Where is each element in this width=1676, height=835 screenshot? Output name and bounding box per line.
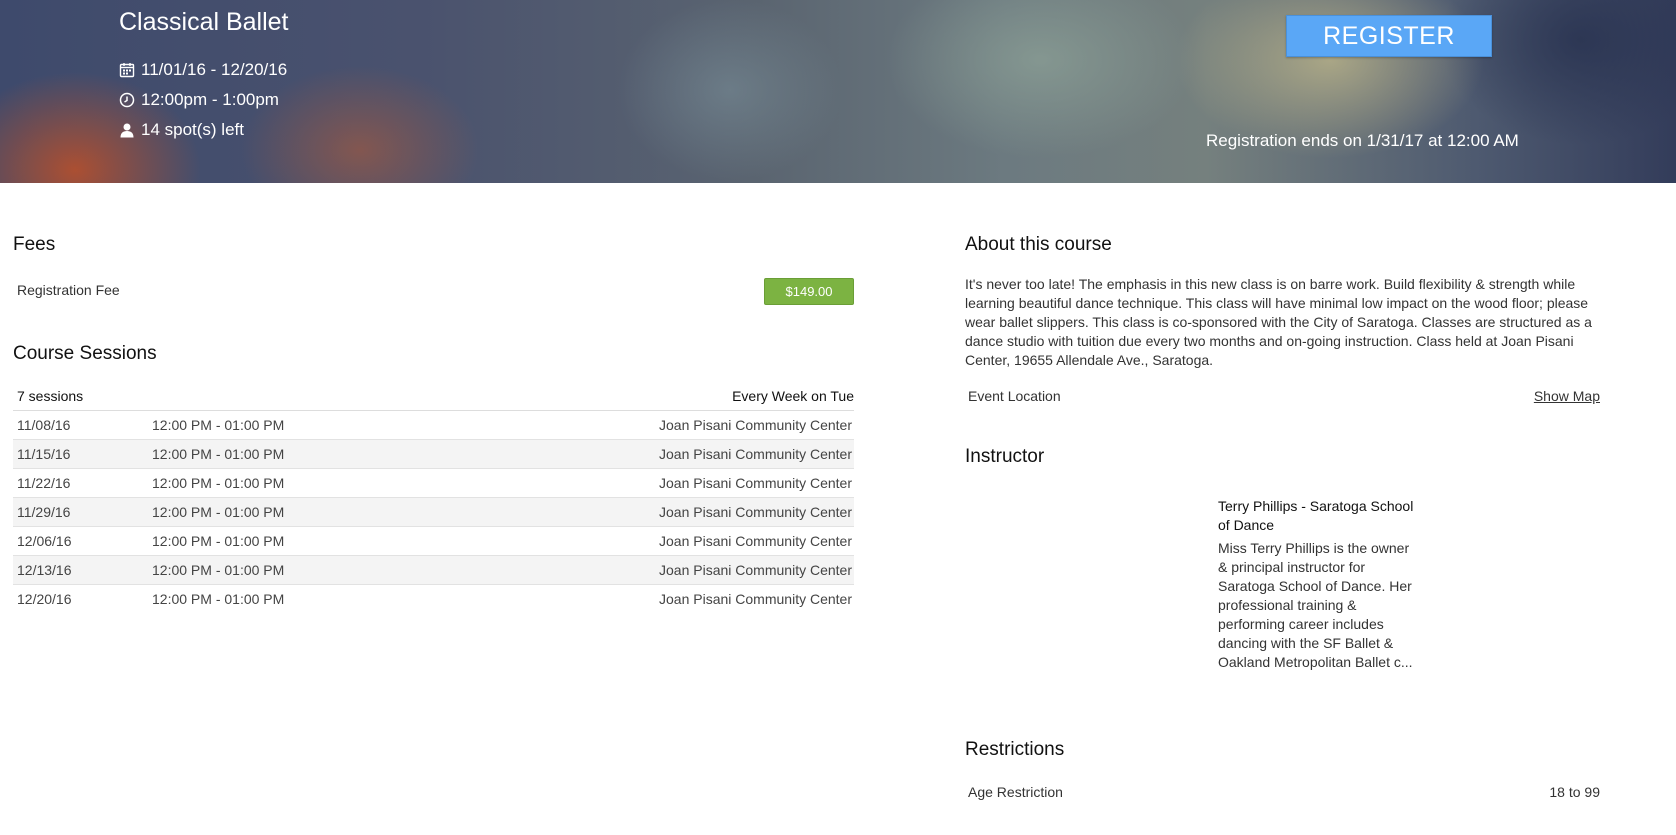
session-time: 12:00 PM - 01:00 PM [152,446,285,462]
sessions-table-header: 7 sessions Every Week on Tue [13,386,854,411]
session-location: Joan Pisani Community Center [659,504,852,520]
course-time: 12:00pm - 1:00pm [141,90,279,109]
session-row: 12/20/16 12:00 PM - 01:00 PM Joan Pisani… [13,585,854,613]
register-button[interactable]: REGISTER [1286,15,1492,57]
show-map-link[interactable]: Show Map [1534,388,1600,404]
instructor-heading: Instructor [965,446,1045,467]
calendar-icon [119,62,135,78]
sessions-count: 7 sessions [17,388,84,404]
session-row: 12/06/16 12:00 PM - 01:00 PM Joan Pisani… [13,527,854,556]
session-row: 11/29/16 12:00 PM - 01:00 PM Joan Pisani… [13,498,854,527]
registration-fee-amount: $149.00 [764,278,854,305]
about-heading: About this course [965,234,1112,255]
session-date: 11/08/16 [17,417,71,433]
session-row: 12/13/16 12:00 PM - 01:00 PM Joan Pisani… [13,556,854,585]
fees-heading: Fees [13,234,56,255]
session-date: 12/20/16 [17,591,72,607]
course-spots-row: 14 spot(s) left [119,120,244,140]
course-sessions-heading: Course Sessions [13,343,157,364]
instructor-name: Terry Phillips - Saratoga School of Danc… [1218,498,1414,533]
session-location: Joan Pisani Community Center [659,417,852,433]
course-title: Classical Ballet [119,8,289,36]
session-location: Joan Pisani Community Center [659,591,852,607]
age-restriction-label: Age Restriction [968,784,1063,800]
session-date: 11/22/16 [17,475,71,491]
session-time: 12:00 PM - 01:00 PM [152,417,285,433]
session-location: Joan Pisani Community Center [659,446,852,462]
instructor-bio: Miss Terry Phillips is the owner & princ… [1218,540,1413,670]
session-location: Joan Pisani Community Center [659,533,852,549]
course-dates: 11/01/16 - 12/20/16 [141,60,288,79]
session-date: 11/29/16 [17,504,71,520]
session-location: Joan Pisani Community Center [659,475,852,491]
spots-left: 14 spot(s) left [141,120,244,139]
session-time: 12:00 PM - 01:00 PM [152,475,285,491]
session-date: 11/15/16 [17,446,71,462]
session-date: 12/06/16 [17,533,72,549]
session-row: 11/22/16 12:00 PM - 01:00 PM Joan Pisani… [13,469,854,498]
registration-deadline: Registration ends on 1/31/17 at 12:00 AM [1206,131,1519,150]
session-time: 12:00 PM - 01:00 PM [152,504,285,520]
course-dates-row: 11/01/16 - 12/20/16 [119,60,287,80]
age-restriction-value: 18 to 99 [1549,784,1600,800]
session-row: 11/08/16 12:00 PM - 01:00 PM Joan Pisani… [13,411,854,440]
sessions-schedule: Every Week on Tue [732,388,854,404]
event-location-label: Event Location [968,388,1061,404]
person-icon [119,122,135,138]
course-time-row: 12:00pm - 1:00pm [119,90,279,110]
registration-fee-label: Registration Fee [17,282,120,298]
about-description: It's never too late! The emphasis in thi… [965,276,1592,368]
session-row: 11/15/16 12:00 PM - 01:00 PM Joan Pisani… [13,440,854,469]
clock-icon [119,92,135,108]
session-date: 12/13/16 [17,562,72,578]
session-time: 12:00 PM - 01:00 PM [152,533,285,549]
session-location: Joan Pisani Community Center [659,562,852,578]
course-header-banner: Classical Ballet 11/01/16 - 12/20/16 12:… [0,0,1676,183]
session-time: 12:00 PM - 01:00 PM [152,591,285,607]
restrictions-heading: Restrictions [965,739,1065,760]
session-time: 12:00 PM - 01:00 PM [152,562,285,578]
